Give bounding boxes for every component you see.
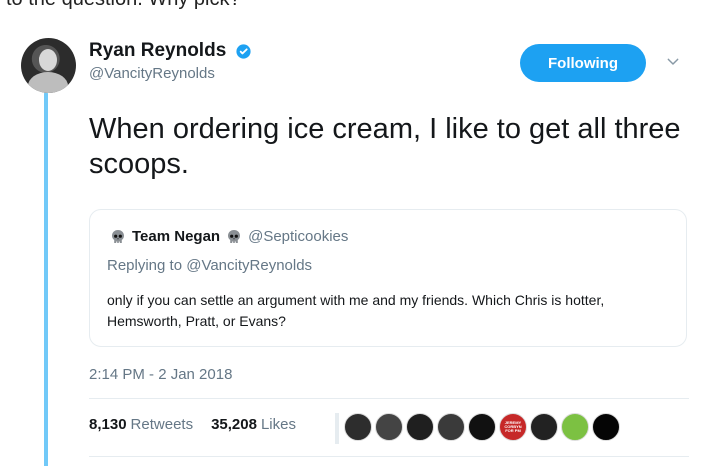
author-avatar[interactable] (21, 38, 76, 93)
skull-icon (226, 229, 242, 245)
avatar-face (39, 49, 57, 71)
stats-divider-bottom (89, 456, 689, 457)
skull-icon (110, 229, 126, 245)
retweets-count: 8,130 (89, 416, 127, 433)
quoted-tweet-text: only if you can settle an argument with … (107, 292, 605, 329)
quoted-tweet-card[interactable]: Team Negan @Septicookies Replying to @Va… (89, 209, 687, 347)
quoted-display-name[interactable]: Team Negan (132, 228, 220, 245)
liker-avatar-3[interactable] (406, 413, 434, 441)
quoted-tweet-header: Team Negan @Septicookies (110, 228, 348, 245)
liker-avatar-7[interactable] (530, 413, 558, 441)
stats-divider-top (89, 398, 689, 399)
verified-badge-icon (235, 43, 252, 60)
liker-avatars: JEREMY CORBYN FOR PM (344, 413, 620, 441)
liker-avatar-6[interactable]: JEREMY CORBYN FOR PM (499, 413, 527, 441)
author-info: Ryan Reynolds @VancityReynolds (89, 40, 252, 82)
likes-stat[interactable]: 35,208 Likes (211, 416, 296, 433)
following-button[interactable]: Following (520, 44, 646, 82)
tweet-timestamp[interactable]: 2:14 PM - 2 Jan 2018 (89, 366, 232, 383)
retweets-label: Retweets (130, 416, 194, 433)
tweet-stats: 8,130 Retweets 35,208 Likes (89, 416, 296, 433)
author-handle[interactable]: @VancityReynolds (89, 65, 252, 82)
liker-badge-text: JEREMY CORBYN FOR PM (504, 420, 522, 433)
liker-avatar-4[interactable] (437, 413, 465, 441)
avatar-shoulders (28, 72, 68, 93)
article-context-text: to the question. Why pick? (6, 0, 241, 11)
retweets-stat[interactable]: 8,130 Retweets (89, 416, 193, 433)
replying-to-text[interactable]: Replying to @VancityReynolds (107, 257, 312, 274)
likes-label: Likes (260, 416, 296, 433)
likers-separator (335, 413, 339, 444)
thread-line (44, 92, 48, 466)
likes-count: 35,208 (211, 416, 257, 433)
liker-avatar-9[interactable] (592, 413, 620, 441)
chevron-down-icon[interactable] (665, 54, 681, 70)
liker-avatar-2[interactable] (375, 413, 403, 441)
quoted-handle[interactable]: @Septicookies (248, 228, 348, 245)
author-display-name[interactable]: Ryan Reynolds (89, 40, 226, 62)
liker-avatar-1[interactable] (344, 413, 372, 441)
liker-avatar-5[interactable] (468, 413, 496, 441)
tweet-screenshot: to the question. Why pick? Ryan Reynolds… (0, 0, 709, 466)
tweet-text: When ordering ice cream, I like to get a… (89, 113, 681, 180)
liker-avatar-8[interactable] (561, 413, 589, 441)
